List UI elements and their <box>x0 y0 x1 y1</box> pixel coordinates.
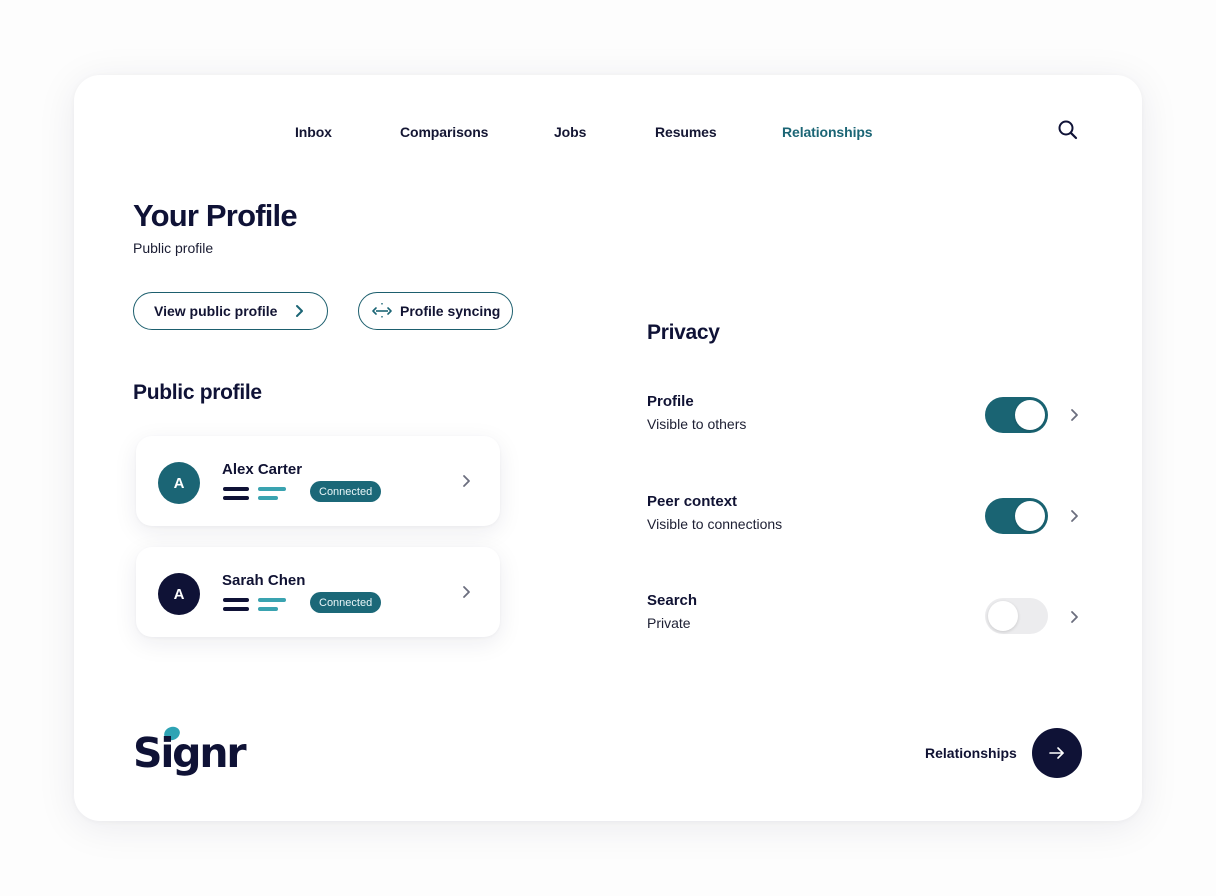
view-public-profile-button[interactable]: View public profile <box>133 292 328 330</box>
privacy-peer-context-toggle[interactable] <box>985 498 1048 534</box>
person-card-alex[interactable]: A Alex Carter Connected <box>136 436 500 526</box>
toggle-knob <box>1015 501 1045 531</box>
privacy-search-toggle[interactable] <box>985 598 1048 634</box>
chevron-right-icon <box>463 586 470 598</box>
chevron-right-icon[interactable] <box>1070 408 1080 422</box>
nav-item-inbox[interactable]: Inbox <box>295 124 332 140</box>
activity-bars-icon <box>223 598 286 611</box>
privacy-search-label: Search <box>647 592 698 609</box>
toggle-knob <box>1015 400 1045 430</box>
avatar: A <box>158 573 200 615</box>
activity-bars-icon <box>223 487 286 500</box>
page-title: Your Profile <box>133 198 298 233</box>
chevron-right-icon <box>463 475 470 487</box>
privacy-peer-context-label: Peer context <box>647 493 738 510</box>
public-profile-heading: Public profile <box>133 381 262 404</box>
chevron-right-icon[interactable] <box>1070 509 1080 523</box>
page: Inbox Comparisons Jobs Resumes Relations… <box>0 0 1216 896</box>
chevron-right-icon[interactable] <box>1070 610 1080 624</box>
status-badge: Connected <box>310 481 382 502</box>
nav-item-resumes[interactable]: Resumes <box>655 124 717 140</box>
signr-logo: Signr <box>133 725 247 781</box>
privacy-peer-context-sub: Visible to connections <box>647 516 783 532</box>
chevron-right-icon <box>296 305 303 317</box>
person-name: Sarah Chen <box>222 572 306 589</box>
next-arrow-button[interactable] <box>1032 728 1082 778</box>
sync-arrows-icon <box>372 303 392 319</box>
profile-syncing-button[interactable]: Profile syncing <box>358 292 513 330</box>
footer-relationships-link[interactable]: Relationships <box>925 745 1017 761</box>
toggle-knob <box>988 601 1018 631</box>
search-icon[interactable] <box>1057 119 1079 141</box>
privacy-profile-label: Profile <box>647 393 694 410</box>
person-card-sarah[interactable]: A Sarah Chen Connected <box>136 547 500 637</box>
person-name: Alex Carter <box>222 461 303 478</box>
status-badge: Connected <box>310 592 382 613</box>
profile-syncing-label: Profile syncing <box>400 303 501 319</box>
privacy-heading: Privacy <box>647 321 720 344</box>
arrow-right-icon <box>1049 747 1064 759</box>
privacy-profile-sub: Visible to others <box>647 416 747 432</box>
nav-item-relationships[interactable]: Relationships <box>782 124 873 140</box>
logo-text: Signr <box>133 729 247 777</box>
avatar: A <box>158 462 200 504</box>
privacy-search-sub: Private <box>647 615 691 631</box>
privacy-profile-toggle[interactable] <box>985 397 1048 433</box>
nav-item-comparisons[interactable]: Comparisons <box>400 124 488 140</box>
nav-item-jobs[interactable]: Jobs <box>554 124 586 140</box>
page-subtitle: Public profile <box>133 240 214 256</box>
view-public-profile-label: View public profile <box>154 303 278 319</box>
